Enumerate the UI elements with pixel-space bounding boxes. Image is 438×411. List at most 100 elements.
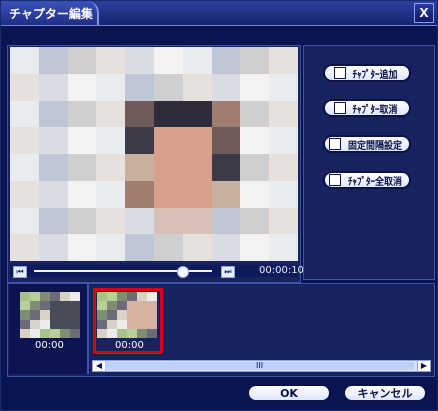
- video-mosaic-cell: [38, 207, 68, 235]
- video-mosaic-cell: [10, 47, 39, 74]
- thumbnail-mosaic-cell: [40, 292, 50, 302]
- video-mosaic-cell: [269, 100, 298, 128]
- thumbnail-mosaic-cell: [107, 328, 117, 338]
- cancel-button[interactable]: キャンセル: [343, 384, 427, 402]
- video-mosaic-cell: [182, 180, 212, 208]
- seek-thumb[interactable]: [177, 266, 189, 278]
- add-chapter-button[interactable]: ﾁｬﾌﾟﾀｰ追加: [323, 64, 411, 82]
- thumbnail-mosaic-cell: [117, 310, 127, 320]
- video-mosaic-cell: [96, 127, 126, 154]
- thumbnail-mosaic-cell: [117, 301, 127, 311]
- thumbnail-mosaic-cell: [30, 328, 40, 338]
- video-mosaic-cell: [96, 180, 126, 208]
- thumbnail-mosaic-cell: [147, 319, 157, 329]
- video-mosaic-cell: [153, 154, 183, 181]
- title-bar: チャプター編集 X: [1, 1, 437, 26]
- video-mosaic-cell: [67, 207, 97, 235]
- video-mosaic-cell: [10, 100, 39, 128]
- thumbnail-mosaic-cell: [50, 310, 60, 320]
- current-time: 00:00:10: [259, 265, 304, 276]
- video-mosaic-cell: [240, 47, 270, 74]
- thumbnail-mosaic-cell: [137, 292, 147, 302]
- video-mosaic-cell: [67, 47, 97, 74]
- video-mosaic-cell: [153, 207, 183, 235]
- thumbnail-mosaic-cell: [147, 328, 157, 338]
- thumbnail-mosaic-cell: [20, 301, 30, 311]
- thumbnail-mosaic-cell: [97, 301, 107, 311]
- thumbnail-mosaic-cell: [50, 328, 60, 338]
- close-button[interactable]: X: [414, 3, 434, 23]
- thumbnail-mosaic-cell: [70, 310, 80, 320]
- thumbnail-mosaic-cell: [127, 319, 137, 329]
- video-mosaic-cell: [269, 207, 298, 235]
- video-mosaic-cell: [211, 127, 241, 154]
- video-mosaic-cell: [182, 207, 212, 235]
- fixed-interval-button[interactable]: 固定間隔設定: [323, 135, 411, 153]
- video-mosaic-cell: [67, 234, 97, 261]
- thumbnail-mosaic-cell: [30, 292, 40, 302]
- thumbnail-mosaic-cell: [147, 301, 157, 311]
- thumbnail-mosaic-cell: [30, 301, 40, 311]
- video-mosaic-cell: [211, 47, 241, 74]
- video-mosaic-cell: [10, 207, 39, 235]
- interval-setting-icon: [329, 138, 341, 150]
- video-mosaic-cell: [10, 127, 39, 154]
- video-mosaic-cell: [96, 207, 126, 235]
- seek-bar[interactable]: ⏮ ⏭ 00:00:10: [10, 265, 304, 278]
- video-mosaic-cell: [211, 73, 241, 101]
- thumbnail-mosaic-cell: [137, 328, 147, 338]
- thumbnail-mosaic: [20, 292, 80, 338]
- remove-all-chapters-button[interactable]: ﾁｬﾌﾟﾀｰ全取消: [323, 171, 411, 189]
- video-mosaic-cell: [240, 127, 270, 154]
- video-mosaic-cell: [153, 73, 183, 101]
- thumbnail-mosaic-cell: [97, 319, 107, 329]
- thumbnail-mosaic-cell: [30, 310, 40, 320]
- video-mosaic-cell: [269, 154, 298, 181]
- video-mosaic-cell: [211, 100, 241, 128]
- video-mosaic-cell: [240, 180, 270, 208]
- thumbnail-mosaic-cell: [107, 292, 117, 302]
- video-mosaic-cell: [67, 100, 97, 128]
- scroll-right-arrow[interactable]: ▶: [417, 361, 430, 371]
- thumbnail-mosaic-cell: [60, 328, 70, 338]
- thumbnail-mosaic-cell: [117, 328, 127, 338]
- pixelated-video-frame: [10, 47, 298, 261]
- video-mosaic-cell: [10, 234, 39, 261]
- thumbnail-mosaic-cell: [107, 319, 117, 329]
- video-mosaic-cell: [182, 73, 212, 101]
- skip-forward-button[interactable]: ⏭: [221, 266, 235, 278]
- video-mosaic-cell: [211, 234, 241, 261]
- video-mosaic-cell: [269, 234, 298, 261]
- thumbnail-mosaic-cell: [20, 319, 30, 329]
- thumbnail-mosaic-cell: [147, 292, 157, 302]
- video-mosaic-cell: [269, 47, 298, 74]
- video-mosaic-cell: [269, 73, 298, 101]
- horizontal-scrollbar[interactable]: ◀ III ▶: [92, 360, 431, 372]
- remove-chapter-button[interactable]: ﾁｬﾌﾟﾀｰ取消: [323, 99, 411, 117]
- chapter-thumbnail-selected[interactable]: [97, 292, 157, 338]
- chapter-remove-icon: [334, 102, 346, 114]
- video-mosaic-cell: [38, 47, 68, 74]
- title-tab: チャプター編集: [1, 1, 99, 25]
- skip-back-button[interactable]: ⏮: [13, 266, 27, 278]
- video-mosaic-cell: [182, 154, 212, 181]
- video-mosaic-cell: [211, 154, 241, 181]
- chapter-thumbnail[interactable]: [20, 292, 80, 338]
- thumbnail-mosaic-cell: [127, 310, 137, 320]
- video-mosaic-cell: [125, 154, 154, 181]
- video-mosaic-cell: [67, 154, 97, 181]
- thumbnail-mosaic-cell: [60, 292, 70, 302]
- thumbnail-mosaic-cell: [137, 301, 147, 311]
- video-mosaic-cell: [96, 234, 126, 261]
- thumbnail-mosaic-cell: [117, 319, 127, 329]
- thumbnail-mosaic-selected: [97, 292, 157, 338]
- video-mosaic-cell: [125, 100, 154, 128]
- video-mosaic-cell: [96, 73, 126, 101]
- video-mosaic-cell: [182, 127, 212, 154]
- video-mosaic-cell: [125, 47, 154, 74]
- thumbnail-mosaic-cell: [70, 292, 80, 302]
- video-mosaic-cell: [125, 234, 154, 261]
- thumbnail-mosaic-cell: [107, 301, 117, 311]
- video-mosaic-cell: [240, 234, 270, 261]
- ok-button[interactable]: OK: [247, 384, 331, 402]
